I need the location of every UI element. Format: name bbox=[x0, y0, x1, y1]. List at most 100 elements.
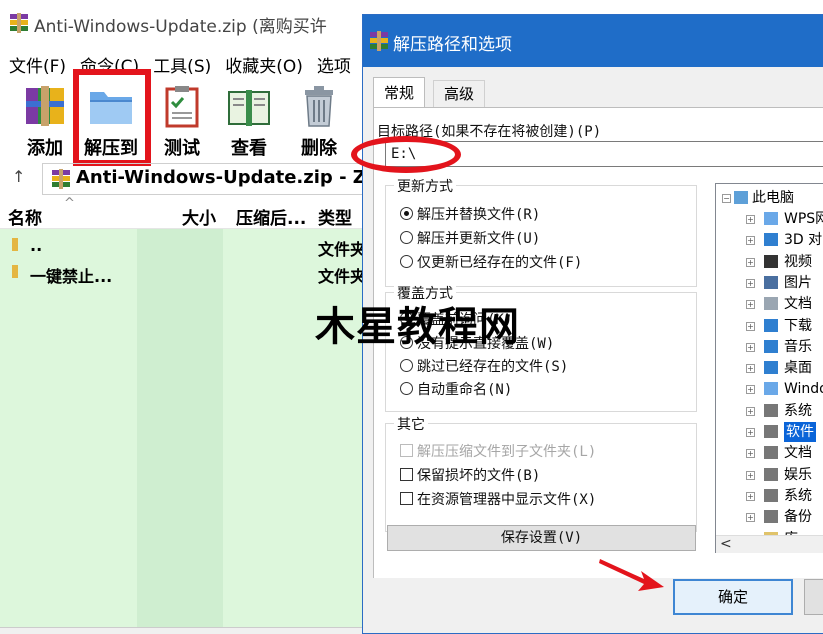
expand-icon[interactable]: + bbox=[746, 491, 755, 501]
file-list-header: 名称 ^ 大小 压缩后... 类型 bbox=[0, 196, 365, 229]
expand-icon[interactable]: + bbox=[746, 342, 755, 352]
checkbox-icon[interactable] bbox=[400, 492, 413, 505]
expand-icon[interactable]: + bbox=[746, 428, 755, 437]
menu-options[interactable]: 选项 bbox=[317, 57, 351, 77]
radio-icon[interactable] bbox=[400, 382, 413, 395]
address-bar[interactable]: ↑ Anti-Windows-Update.zip - ZIP bbox=[0, 163, 386, 195]
folder-icon bbox=[764, 467, 778, 481]
tree-label: 图片 bbox=[784, 274, 812, 291]
menu-favorites[interactable]: 收藏夹(O) bbox=[225, 57, 303, 77]
file-list: .. 文件夹 一键禁止... 文件夹 bbox=[0, 229, 367, 627]
watermark-text: 木星教程网 bbox=[315, 304, 520, 350]
column-name[interactable]: 名称 bbox=[8, 204, 42, 229]
expand-icon[interactable]: + bbox=[746, 385, 755, 395]
tree-label: 此电脑 bbox=[752, 190, 794, 206]
menu-tools[interactable]: 工具(S) bbox=[153, 57, 211, 77]
checkbox-show-in-explorer[interactable]: 在资源管理器中显示文件(X) bbox=[400, 489, 596, 509]
delete-label: 删除 bbox=[301, 138, 337, 159]
folder-icon bbox=[764, 233, 778, 247]
update-mode-label: 更新方式 bbox=[394, 176, 456, 196]
folder-icon bbox=[764, 382, 778, 396]
file-type: 文件夹 bbox=[318, 240, 367, 259]
tree-label: 文档 bbox=[784, 445, 812, 462]
tree-horizontal-scrollbar[interactable]: < bbox=[716, 535, 823, 553]
computer-icon bbox=[734, 191, 748, 204]
archive-add-icon bbox=[22, 84, 68, 128]
expand-icon[interactable]: + bbox=[746, 215, 755, 224]
expand-icon[interactable]: + bbox=[746, 470, 755, 480]
radio-label: 解压并替换文件(R) bbox=[417, 207, 541, 223]
expand-icon[interactable]: + bbox=[746, 513, 755, 523]
column-compressed[interactable]: 压缩后... bbox=[236, 204, 306, 229]
up-arrow-icon[interactable]: ↑ bbox=[12, 167, 25, 186]
clipboard-check-icon bbox=[159, 84, 205, 128]
delete-button[interactable]: 删除 bbox=[288, 84, 350, 162]
radio-extract-replace[interactable]: 解压并替换文件(R) bbox=[400, 204, 540, 224]
archive-icon bbox=[52, 169, 70, 189]
radio-label: 解压并更新文件(U) bbox=[417, 231, 541, 247]
column-size[interactable]: 大小 bbox=[182, 204, 216, 229]
expand-icon[interactable]: + bbox=[746, 278, 755, 288]
tab-general[interactable]: 常规 bbox=[373, 77, 426, 109]
annotation-arrow-icon bbox=[598, 555, 668, 595]
radio-icon[interactable] bbox=[400, 231, 413, 244]
tree-label: 下载 bbox=[784, 317, 812, 334]
radio-label: 跳过已经存在的文件(S) bbox=[417, 359, 569, 375]
radio-icon[interactable] bbox=[400, 359, 413, 372]
file-type: 文件夹 bbox=[318, 267, 367, 286]
scroll-left-arrow-icon[interactable]: < bbox=[720, 536, 732, 552]
folder-icon bbox=[12, 265, 18, 278]
table-row[interactable]: .. 文件夹 bbox=[0, 233, 367, 259]
column-type[interactable]: 类型 bbox=[318, 204, 352, 229]
folder-icon bbox=[764, 510, 778, 524]
folder-icon bbox=[764, 488, 778, 502]
radio-label: 自动重命名(N) bbox=[417, 382, 513, 398]
view-button[interactable]: 查看 bbox=[218, 84, 280, 162]
folder-icon bbox=[764, 254, 778, 268]
expand-icon[interactable]: + bbox=[746, 236, 755, 246]
checkbox-label: 在资源管理器中显示文件(X) bbox=[417, 492, 597, 508]
size-column-band bbox=[137, 229, 223, 627]
annotation-highlight-box bbox=[73, 69, 151, 166]
menu-file[interactable]: 文件(F) bbox=[9, 57, 66, 77]
trash-icon bbox=[296, 84, 342, 128]
folder-icon bbox=[764, 318, 778, 332]
checkbox-icon bbox=[400, 444, 413, 457]
book-icon bbox=[226, 84, 272, 128]
checkbox-keep-broken-files[interactable]: 保留损坏的文件(B) bbox=[400, 465, 540, 485]
save-settings-button[interactable]: 保存设置(V) bbox=[387, 525, 696, 551]
radio-skip-existing[interactable]: 跳过已经存在的文件(S) bbox=[400, 356, 568, 376]
add-button[interactable]: 添加 bbox=[14, 84, 76, 162]
cancel-button[interactable] bbox=[804, 579, 823, 615]
checkbox-extract-to-subfolder: 解压压缩文件到子文件夹(L) bbox=[400, 441, 596, 461]
radio-auto-rename[interactable]: 自动重命名(N) bbox=[400, 379, 512, 399]
expand-icon[interactable]: + bbox=[746, 257, 755, 267]
expand-icon[interactable]: + bbox=[746, 300, 755, 310]
tree-label: 视频 bbox=[784, 253, 812, 270]
expand-icon[interactable]: + bbox=[746, 406, 755, 416]
tab-advanced[interactable]: 高级 bbox=[433, 80, 486, 108]
misc-options-group: 其它 解压压缩文件到子文件夹(L) 保留损坏的文件(B) 在资源管理器中显示文件… bbox=[385, 414, 697, 532]
collapse-icon[interactable]: − bbox=[722, 194, 731, 203]
expand-icon[interactable]: + bbox=[746, 364, 755, 374]
expand-icon[interactable]: + bbox=[746, 321, 755, 331]
misc-options-label: 其它 bbox=[394, 414, 428, 434]
view-label: 查看 bbox=[231, 138, 267, 159]
radio-extract-update[interactable]: 解压并更新文件(U) bbox=[400, 228, 540, 248]
dialog-title: 解压路径和选项 bbox=[393, 35, 512, 55]
expand-icon[interactable]: + bbox=[746, 449, 755, 459]
table-row[interactable]: 一键禁止... 文件夹 bbox=[0, 260, 367, 286]
folder-tree[interactable]: − 此电脑 + WPS网 +3D 对 + 视频 + 图片 + 文档 + 下载 + 音乐 + 桌面 + Windo… bbox=[715, 183, 823, 553]
checkbox-icon[interactable] bbox=[400, 468, 413, 481]
radio-icon[interactable] bbox=[400, 255, 413, 268]
annotation-highlight-circle bbox=[351, 136, 461, 173]
ok-button[interactable]: 确定 bbox=[673, 579, 793, 615]
test-button[interactable]: 测试 bbox=[151, 84, 213, 162]
tree-label: WPS网 bbox=[784, 211, 823, 227]
radio-selected-icon[interactable] bbox=[400, 207, 413, 220]
radio-freshen-existing[interactable]: 仅更新已经存在的文件(F) bbox=[400, 252, 582, 272]
tree-label: Windo bbox=[784, 381, 823, 398]
main-menu-bar: 文件(F) 命令(C) 工具(S) 收藏夹(O) 选项 bbox=[0, 52, 365, 78]
tree-label: 娱乐 bbox=[784, 466, 812, 483]
tree-label: 系统 bbox=[784, 402, 812, 419]
